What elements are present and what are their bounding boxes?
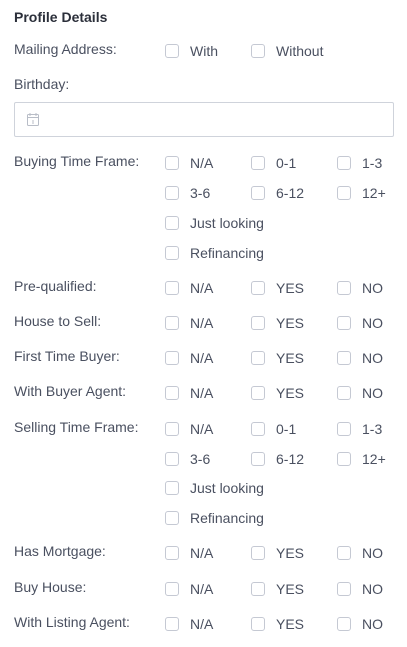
checkbox-box[interactable]	[165, 216, 179, 230]
has-mortgage-label: Has Mortgage:	[14, 543, 106, 559]
buying-3-6-checkbox[interactable]: 3-6	[165, 183, 210, 203]
selling-12-plus-checkbox[interactable]: 12+	[337, 449, 386, 469]
checkbox-box[interactable]	[251, 351, 265, 365]
checkbox-box[interactable]	[165, 452, 179, 466]
first-time-buyer-no-checkbox[interactable]: NO	[337, 348, 383, 368]
pre-qualified-label: Pre-qualified:	[14, 278, 97, 294]
listing-agent-no-checkbox[interactable]: NO	[337, 614, 383, 634]
selling-time-frame-label: Selling Time Frame:	[14, 419, 139, 435]
buying-refinancing-checkbox[interactable]: Refinancing	[165, 243, 264, 263]
selling-1-3-checkbox[interactable]: 1-3	[337, 419, 382, 439]
buying-na-checkbox[interactable]: N/A	[165, 153, 213, 173]
checkbox-box[interactable]	[251, 316, 265, 330]
listing-agent-na-checkbox[interactable]: N/A	[165, 614, 213, 634]
checkbox-box[interactable]	[165, 617, 179, 631]
first-time-buyer-yes-checkbox[interactable]: YES	[251, 348, 304, 368]
birthday-label: Birthday:	[14, 76, 70, 92]
checkbox-box[interactable]	[165, 44, 179, 58]
checkbox-box[interactable]	[337, 351, 351, 365]
buying-1-3-checkbox[interactable]: 1-3	[337, 153, 382, 173]
checkbox-box[interactable]	[337, 316, 351, 330]
selling-3-6-checkbox[interactable]: 3-6	[165, 449, 210, 469]
checkbox-box[interactable]	[251, 546, 265, 560]
checkbox-box[interactable]	[251, 281, 265, 295]
checkbox-box[interactable]	[165, 246, 179, 260]
selling-na-checkbox[interactable]: N/A	[165, 419, 213, 439]
birthday-date-input[interactable]	[14, 102, 394, 137]
first-time-buyer-na-checkbox[interactable]: N/A	[165, 348, 213, 368]
has-mortgage-na-checkbox[interactable]: N/A	[165, 543, 213, 563]
has-mortgage-no-checkbox[interactable]: NO	[337, 543, 383, 563]
with-listing-agent-label: With Listing Agent:	[14, 614, 130, 630]
checkbox-box[interactable]	[165, 386, 179, 400]
checkbox-box[interactable]	[251, 617, 265, 631]
checkbox-box[interactable]	[165, 156, 179, 170]
checkbox-box[interactable]	[165, 316, 179, 330]
checkbox-box[interactable]	[337, 422, 351, 436]
checkbox-box[interactable]	[165, 582, 179, 596]
checkbox-box[interactable]	[251, 422, 265, 436]
checkbox-box[interactable]	[165, 481, 179, 495]
prequalified-na-checkbox[interactable]: N/A	[165, 278, 213, 298]
checkbox-box[interactable]	[337, 186, 351, 200]
selling-0-1-checkbox[interactable]: 0-1	[251, 419, 296, 439]
checkbox-box[interactable]	[337, 617, 351, 631]
checkbox-box[interactable]	[337, 452, 351, 466]
house-to-sell-no-checkbox[interactable]: NO	[337, 313, 383, 333]
buy-house-na-checkbox[interactable]: N/A	[165, 579, 213, 599]
house-to-sell-yes-checkbox[interactable]: YES	[251, 313, 304, 333]
checkbox-box[interactable]	[251, 156, 265, 170]
buying-12-plus-checkbox[interactable]: 12+	[337, 183, 386, 203]
checkbox-box[interactable]	[251, 386, 265, 400]
checkbox-box[interactable]	[251, 452, 265, 466]
buy-house-no-checkbox[interactable]: NO	[337, 579, 383, 599]
with-buyer-agent-label: With Buyer Agent:	[14, 383, 127, 399]
checkbox-box[interactable]	[165, 511, 179, 525]
buying-time-frame-label: Buying Time Frame:	[14, 153, 140, 169]
listing-agent-yes-checkbox[interactable]: YES	[251, 614, 304, 634]
prequalified-yes-checkbox[interactable]: YES	[251, 278, 304, 298]
first-time-buyer-label: First Time Buyer:	[14, 348, 120, 364]
buy-house-yes-checkbox[interactable]: YES	[251, 579, 304, 599]
mailing-without-checkbox[interactable]: Without	[251, 41, 323, 61]
checkbox-box[interactable]	[251, 186, 265, 200]
prequalified-no-checkbox[interactable]: NO	[337, 278, 383, 298]
checkbox-box[interactable]	[165, 422, 179, 436]
mailing-with-checkbox[interactable]: With	[165, 41, 218, 61]
checkbox-box[interactable]	[337, 582, 351, 596]
mailing-address-label: Mailing Address:	[14, 41, 117, 57]
checkbox-box[interactable]	[337, 386, 351, 400]
buying-6-12-checkbox[interactable]: 6-12	[251, 183, 304, 203]
checkbox-box[interactable]	[251, 44, 265, 58]
checkbox-box[interactable]	[251, 582, 265, 596]
checkbox-box[interactable]	[165, 281, 179, 295]
buyer-agent-no-checkbox[interactable]: NO	[337, 383, 383, 403]
buying-0-1-checkbox[interactable]: 0-1	[251, 153, 296, 173]
buyer-agent-na-checkbox[interactable]: N/A	[165, 383, 213, 403]
calendar-icon	[27, 113, 39, 126]
buy-house-label: Buy House:	[14, 579, 87, 595]
checkbox-box[interactable]	[165, 186, 179, 200]
checkbox-box[interactable]	[337, 156, 351, 170]
checkbox-box[interactable]	[337, 281, 351, 295]
checkbox-box[interactable]	[165, 351, 179, 365]
section-title: Profile Details	[14, 9, 108, 25]
selling-just-looking-checkbox[interactable]: Just looking	[165, 478, 264, 498]
house-to-sell-label: House to Sell:	[14, 313, 102, 329]
selling-6-12-checkbox[interactable]: 6-12	[251, 449, 304, 469]
checkbox-box[interactable]	[337, 546, 351, 560]
selling-refinancing-checkbox[interactable]: Refinancing	[165, 508, 264, 528]
house-to-sell-na-checkbox[interactable]: N/A	[165, 313, 213, 333]
checkbox-box[interactable]	[165, 546, 179, 560]
buying-just-looking-checkbox[interactable]: Just looking	[165, 213, 264, 233]
has-mortgage-yes-checkbox[interactable]: YES	[251, 543, 304, 563]
buyer-agent-yes-checkbox[interactable]: YES	[251, 383, 304, 403]
